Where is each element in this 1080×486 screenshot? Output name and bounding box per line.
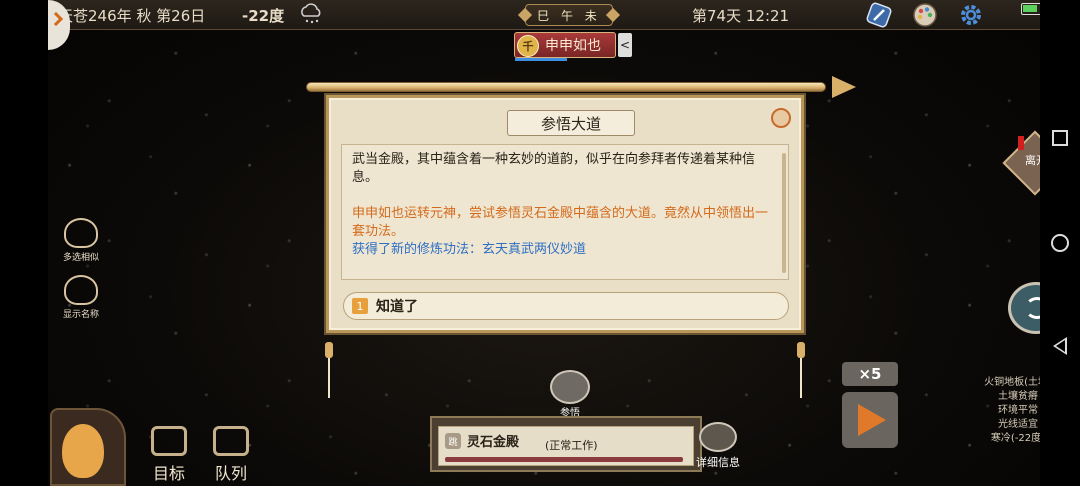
scroll-tassel-left <box>325 342 333 398</box>
snow-cloud-icon <box>301 3 321 24</box>
meditate-icon <box>550 370 590 404</box>
dialog-option-ok[interactable]: 1 知道了 <box>343 292 789 320</box>
show-names-button[interactable]: 显示名称 <box>58 275 104 325</box>
back-button[interactable] <box>1046 332 1074 360</box>
red-flag-icon <box>1018 136 1024 150</box>
queue-label: 队列 <box>214 464 247 483</box>
people-icon <box>213 426 249 456</box>
goal-label: 目标 <box>152 464 185 483</box>
gourd-icon <box>62 424 104 478</box>
event-result: 申申如也运转元神，尝试参悟灵石金殿中蕴含的大道。竟然从中领悟出一套功法。 <box>352 206 769 239</box>
building-name: 灵石金殿 <box>467 435 520 450</box>
multi-select-label: 多选相似 <box>62 253 99 263</box>
chevron-right-icon <box>48 11 64 27</box>
scroll-detail-icon <box>699 422 737 452</box>
event-dialog: 参悟大道 武当金殿，其中蕴含着一种玄妙的道韵，似乎在向参拜者传递着某种信息。 申… <box>326 95 804 333</box>
triangle-back-icon <box>1053 337 1067 355</box>
option-number: 1 <box>352 298 368 314</box>
time-of-day-indicator[interactable]: 巳 午 未 <box>525 4 613 26</box>
detail-label: 详细信息 <box>696 456 740 469</box>
scroll-tassel-right <box>797 342 805 398</box>
character-health-bar <box>515 58 567 61</box>
detail-info-button[interactable]: 详细信息 <box>696 422 740 476</box>
scroll-rod-tip <box>832 76 856 98</box>
selected-character-tag[interactable]: 千 申申如也 <box>514 32 616 61</box>
gourd-inventory-button[interactable] <box>50 408 126 486</box>
play-button[interactable] <box>842 392 898 448</box>
brush-icon[interactable] <box>866 2 892 28</box>
target-house-icon <box>151 426 187 456</box>
palette-icon[interactable] <box>912 2 938 28</box>
option-label: 知道了 <box>376 299 418 315</box>
multi-select-icon <box>64 218 98 248</box>
building-info-panel[interactable]: 跳 灵石金殿 (正常工作) <box>430 416 702 472</box>
recent-apps-button[interactable] <box>1046 124 1074 152</box>
show-names-label: 显示名称 <box>62 310 99 320</box>
temperature: -22度 <box>242 7 285 25</box>
calendar-date: 天苍246年 秋 第26日 <box>58 7 206 25</box>
scroll-rod-bar <box>306 82 826 92</box>
dialog-body: 武当金殿，其中蕴含着一种玄妙的道韵，似乎在向参拜者传递着某种信息。 申申如也运转… <box>341 144 789 280</box>
character-rank-badge: 千 <box>517 35 539 57</box>
queue-button[interactable]: 队列 <box>206 426 256 484</box>
wudao-button[interactable]: 参悟 <box>546 370 594 419</box>
square-icon <box>1052 130 1068 146</box>
dialog-scrollbar[interactable] <box>782 153 786 273</box>
circle-icon <box>1051 234 1069 252</box>
gear-icon[interactable] <box>958 2 984 28</box>
eye-icon <box>64 275 98 305</box>
multi-select-button[interactable]: 多选相似 <box>58 218 104 268</box>
event-description: 武当金殿，其中蕴含着一种玄妙的道韵，似乎在向参拜者传递着某种信息。 <box>352 152 756 185</box>
building-info-inner: 跳 灵石金殿 (正常工作) <box>438 426 694 466</box>
building-type-icon: 跳 <box>445 433 461 449</box>
home-button[interactable] <box>1046 229 1074 257</box>
character-avatar-icon[interactable] <box>771 108 791 128</box>
event-reward: 获得了新的修炼功法：玄天真武两仪妙道 <box>352 242 587 257</box>
character-collapse-button[interactable]: < <box>618 33 632 57</box>
building-status: (正常工作) <box>545 439 598 452</box>
dialog-title: 参悟大道 <box>507 110 635 136</box>
android-nav-bar <box>1040 0 1080 486</box>
building-durability-bar <box>445 457 683 462</box>
character-name: 申申如也 <box>545 38 601 54</box>
day-time: 第74天 12:21 <box>692 7 790 25</box>
left-black-strip <box>0 0 48 486</box>
game-speed-button[interactable]: ×5 <box>842 362 898 386</box>
goal-button[interactable]: 目标 <box>144 426 194 484</box>
play-icon <box>858 404 886 436</box>
top-status-bar: 天苍246年 秋 第26日 -22度 巳 午 未 第74天 12:21 <box>48 0 1045 30</box>
